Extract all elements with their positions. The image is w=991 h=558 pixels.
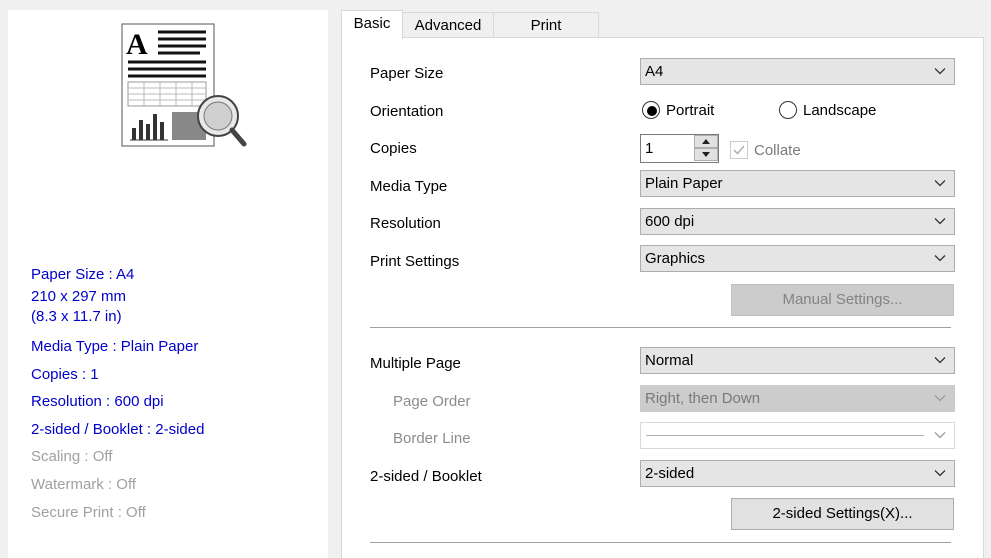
multiple-page-label: Multiple Page [370,355,461,372]
orientation-label: Orientation [370,103,444,120]
collate-checkbox[interactable] [730,141,748,159]
border-line-select[interactable] [640,422,955,449]
summary-paper-size: Paper Size : A4 [31,266,135,283]
resolution-label: Resolution [370,215,441,232]
summary-watermark: Watermark : Off [31,476,137,493]
copies-decrement-button[interactable] [694,148,718,161]
resolution-value: 600 dpi [645,213,695,230]
portrait-label: Portrait [666,102,715,119]
page-order-label: Page Order [393,393,471,410]
two-sided-value: 2-sided [645,465,695,482]
summary-scaling: Scaling : Off [31,448,113,465]
svg-text:A: A [126,28,148,61]
checkmark-icon [733,145,745,155]
section-divider [370,327,951,328]
two-sided-settings-button[interactable]: 2-sided Settings(X)... [731,498,954,530]
summary-resolution: Resolution : 600 dpi [31,393,164,410]
summary-media-type: Media Type : Plain Paper [31,338,199,355]
copies-label: Copies [370,140,417,157]
paper-size-select[interactable]: A4 [640,58,955,85]
chevron-down-icon [934,180,946,187]
landscape-label: Landscape [803,102,877,119]
chevron-down-icon [934,218,946,225]
paper-size-value: A4 [645,63,664,80]
settings-summary-panel: A Paper Size : A4 210 x 297 mm (8.3 x 11… [8,10,328,558]
media-type-select[interactable]: Plain Paper [640,170,955,197]
print-settings-label: Print Settings [370,253,460,270]
document-preview-icon: A [121,23,247,147]
summary-paper-dims-in: (8.3 x 11.7 in) [31,308,122,325]
chevron-down-icon [934,432,946,439]
arrow-up-icon [702,139,710,144]
summary-two-sided: 2-sided / Booklet : 2-sided [31,421,205,438]
collate-label: Collate [754,142,801,159]
chevron-down-icon [934,357,946,364]
chevron-down-icon [934,68,946,75]
multiple-page-value: Normal [645,352,694,369]
radio-selected-dot [647,106,657,116]
radio-circle [779,101,797,119]
media-type-label: Media Type [370,178,448,195]
arrow-down-icon [702,152,710,157]
print-settings-value: Graphics [645,250,706,267]
border-line-preview [646,435,924,436]
page-order-select[interactable]: Right, then Down [640,385,955,412]
media-type-value: Plain Paper [645,175,723,192]
tab-advanced[interactable]: Advanced [402,12,494,38]
chevron-down-icon [934,395,946,402]
multiple-page-select[interactable]: Normal [640,347,955,374]
two-sided-label: 2-sided / Booklet [370,468,482,485]
chevron-down-icon [934,255,946,262]
print-settings-select[interactable]: Graphics [640,245,955,272]
copies-value: 1 [645,140,654,157]
two-sided-select[interactable]: 2-sided [640,460,955,487]
summary-copies: Copies : 1 [31,366,99,383]
border-line-label: Border Line [393,430,471,447]
tab-print-profiles[interactable]: Print Profiles [493,12,599,60]
summary-paper-dims-mm: 210 x 297 mm [31,288,127,305]
chevron-down-icon [934,470,946,477]
copies-increment-button[interactable] [694,135,718,148]
tab-basic[interactable]: Basic [341,10,403,39]
paper-size-label: Paper Size [370,65,444,82]
radio-circle [642,101,660,119]
summary-secure-print: Secure Print : Off [31,504,146,521]
manual-settings-button[interactable]: Manual Settings... [731,284,954,316]
section-divider [370,542,951,543]
resolution-select[interactable]: 600 dpi [640,208,955,235]
page-order-value: Right, then Down [645,390,761,407]
